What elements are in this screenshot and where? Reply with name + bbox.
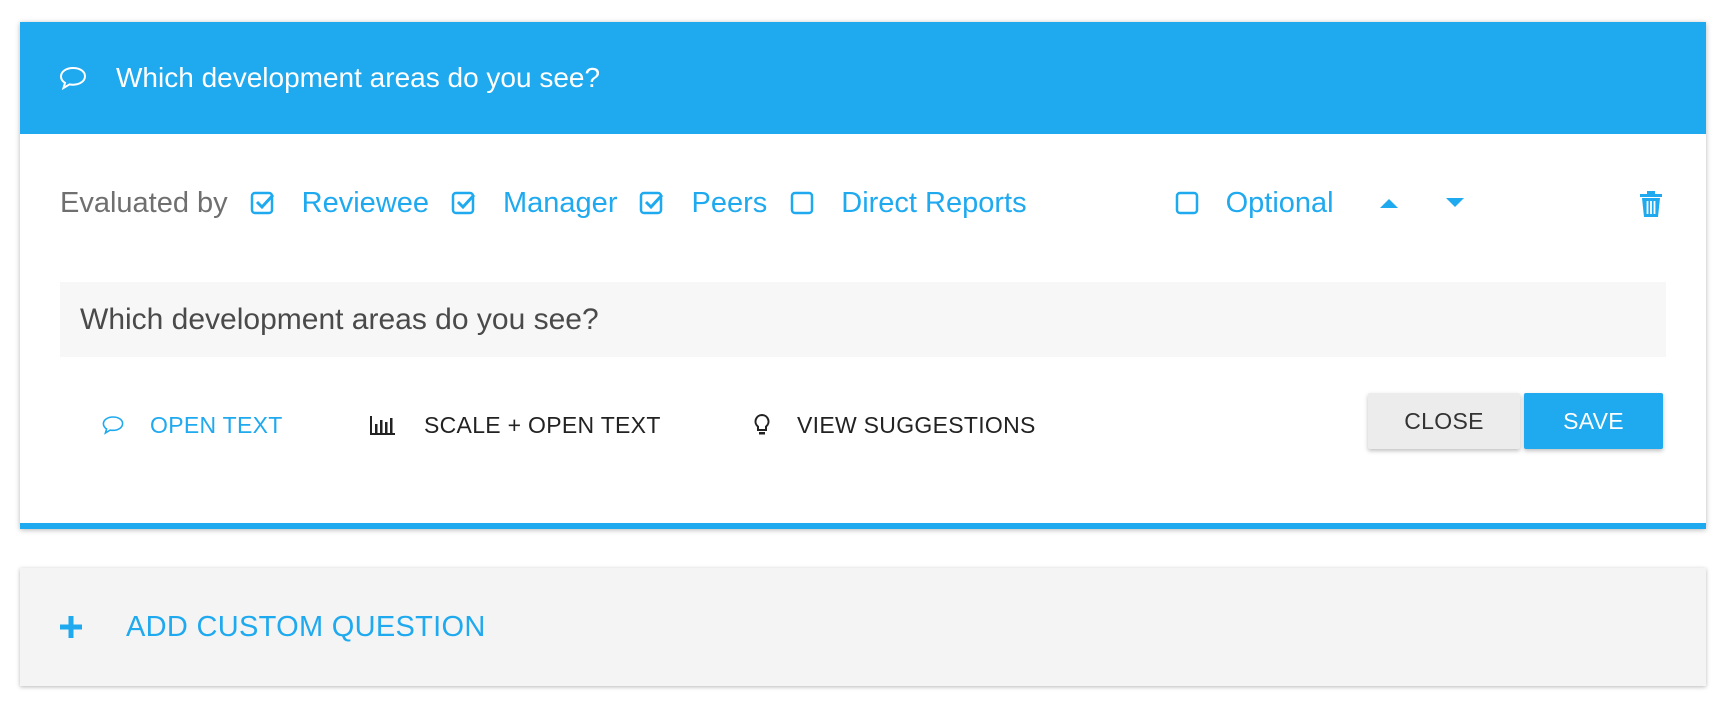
checkbox-checked-icon[interactable] [639, 190, 665, 216]
question-text-input[interactable] [60, 282, 1666, 357]
evaluator-label: Peers [691, 186, 768, 219]
close-button[interactable]: CLOSE [1368, 393, 1520, 449]
checkbox-checked-icon[interactable] [250, 190, 276, 216]
question-header[interactable]: Which development areas do you see? [20, 22, 1706, 134]
speech-bubble-icon [98, 410, 128, 440]
speech-bubble-icon [58, 63, 92, 93]
evaluator-label: Reviewee [301, 186, 430, 219]
bar-chart-icon [368, 410, 398, 440]
checkbox-unchecked-icon[interactable] [789, 190, 815, 216]
checkbox-checked-icon[interactable] [451, 190, 477, 216]
plus-icon [58, 614, 84, 640]
add-custom-question-label: ADD CUSTOM QUESTION [126, 610, 486, 643]
move-down-icon[interactable] [1442, 190, 1468, 216]
save-button[interactable]: SAVE [1524, 393, 1663, 449]
optional-toggle[interactable]: Optional [1174, 187, 1356, 220]
move-up-icon[interactable] [1376, 190, 1402, 216]
type-open-text-label: OPEN TEXT [150, 411, 283, 438]
evaluator-label: Direct Reports [841, 186, 1027, 219]
optional-label: Optional [1225, 186, 1334, 219]
type-scale-open-text-button[interactable]: SCALE + OPEN TEXT [368, 405, 661, 445]
question-card: Which development areas do you see? Eval… [20, 22, 1706, 529]
evaluator-reviewee[interactable]: Reviewee [250, 187, 451, 220]
lightbulb-icon [747, 410, 777, 440]
type-scale-open-text-label: SCALE + OPEN TEXT [424, 411, 661, 438]
evaluated-by-label: Evaluated by [60, 186, 228, 219]
view-suggestions-button[interactable]: VIEW SUGGESTIONS [747, 405, 1036, 445]
add-custom-question-button[interactable]: ADD CUSTOM QUESTION [20, 568, 1706, 686]
evaluator-manager[interactable]: Manager [451, 187, 639, 220]
evaluator-direct-reports[interactable]: Direct Reports [789, 187, 1048, 220]
evaluator-peers[interactable]: Peers [639, 187, 789, 220]
evaluated-by-row: Evaluated by Reviewee Manager Peers Dire… [60, 182, 1666, 224]
view-suggestions-label: VIEW SUGGESTIONS [797, 411, 1036, 438]
checkbox-unchecked-icon[interactable] [1174, 190, 1200, 216]
trash-icon[interactable] [1638, 190, 1666, 218]
question-header-title: Which development areas do you see? [116, 62, 601, 93]
evaluator-label: Manager [503, 186, 618, 219]
type-open-text-button[interactable]: OPEN TEXT [98, 405, 283, 445]
